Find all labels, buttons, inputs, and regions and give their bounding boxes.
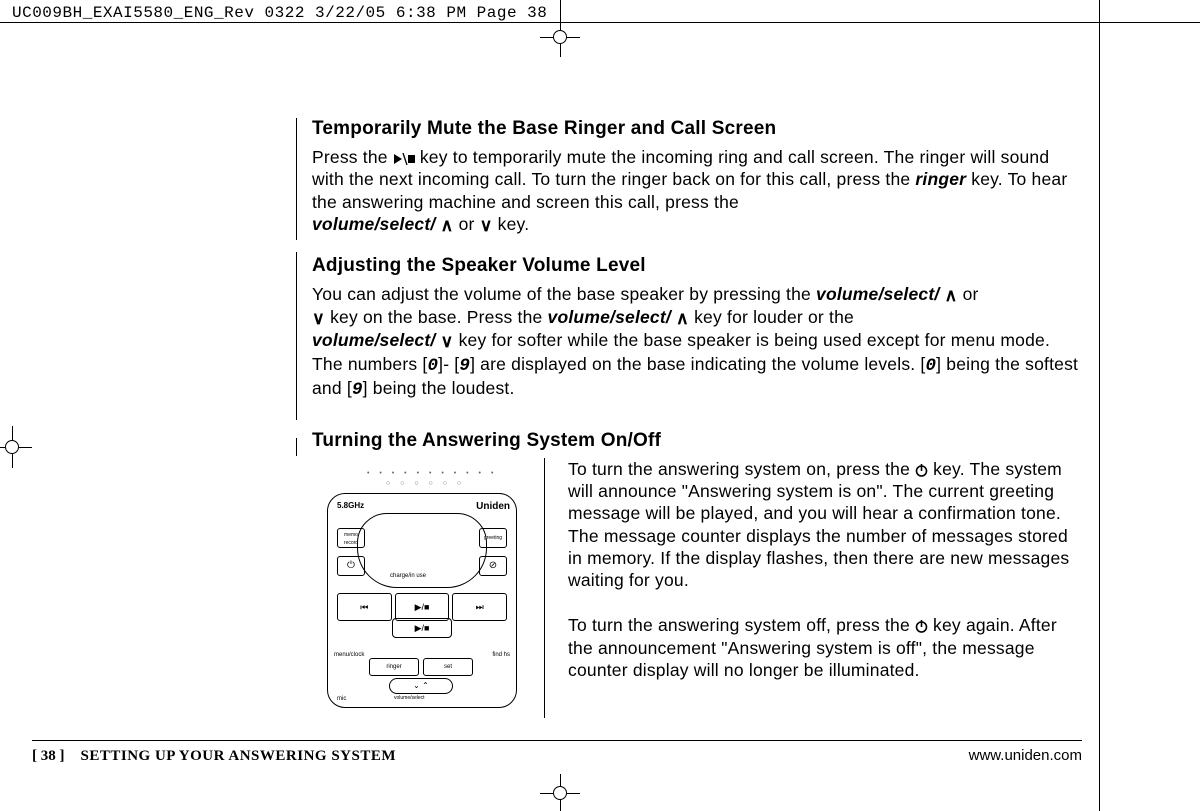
down-arrow-icon: ∨ <box>440 330 453 352</box>
device-find-label: find hs <box>492 652 510 658</box>
section-rule <box>544 458 545 718</box>
text: key for louder or the <box>694 307 854 327</box>
device-freq-label: 5.8GHz <box>337 501 364 510</box>
section3-title: Turning the Answering System On/Off <box>312 430 1080 452</box>
text: ] being the loudest. <box>363 378 515 398</box>
print-top-rule <box>0 22 1200 23</box>
device-ringer-button: ringer <box>369 658 419 676</box>
text: Press the <box>312 147 393 167</box>
text: To turn the answering system on, press t… <box>568 459 915 479</box>
device-volume-label: volume/select <box>394 695 425 701</box>
device-menu-label: menu/clock <box>334 652 364 658</box>
device-illustration: • • • • • • • • • • • ○ ○ ○ ○ ○ ○ 5.8GHz… <box>312 458 550 716</box>
digit-0: 0 <box>925 356 936 376</box>
digit-9: 9 <box>352 380 363 400</box>
up-arrow-icon: ∧ <box>676 307 689 329</box>
up-arrow-icon: ∧ <box>945 284 958 306</box>
volume-select-label: volume/select/ <box>548 307 671 327</box>
device-memo-button: memo record <box>337 528 365 548</box>
device-set-button: set <box>423 658 473 676</box>
digit-9: 9 <box>459 356 470 376</box>
device-power-button: ⏻ <box>337 556 365 576</box>
up-arrow-icon: ∧ <box>440 214 453 236</box>
device-brand-label: Uniden <box>476 501 510 512</box>
crop-mark <box>560 0 561 57</box>
text: To turn the answering system off, press … <box>568 615 915 635</box>
down-arrow-icon: ∨ <box>312 307 325 329</box>
volume-select-label: volume/select/ <box>312 214 435 234</box>
device-volume-button: ⌄ ⌃ <box>389 678 453 694</box>
down-arrow-icon: ∨ <box>480 214 493 236</box>
power-icon <box>915 459 928 479</box>
text: You can adjust the volume of the base sp… <box>312 284 816 304</box>
device-forward-button: ⏭ <box>452 593 507 621</box>
digit-0: 0 <box>427 356 438 376</box>
volume-select-label: volume/select/ <box>312 330 435 350</box>
device-charge-label: charge/in use <box>390 573 426 579</box>
section3-row: • • • • • • • • • • • ○ ○ ○ ○ ○ ○ 5.8GHz… <box>312 458 1080 716</box>
text: ] are displayed on the base indicating t… <box>470 354 925 374</box>
text: ]- [ <box>438 354 459 374</box>
page-footer: [ 38 ] SETTING UP YOUR ANSWERING SYSTEM … <box>32 740 1082 765</box>
play-stop-icon <box>393 147 415 167</box>
device-rewind-button: ⏮ <box>337 593 392 621</box>
section2-body: You can adjust the volume of the base sp… <box>312 283 1080 402</box>
text: or <box>459 214 480 234</box>
text: or <box>963 284 979 304</box>
register-mark <box>5 440 19 454</box>
device-greeting-button: greeting <box>479 528 507 548</box>
footer-url: www.uniden.com <box>969 747 1082 764</box>
register-mark <box>553 786 567 800</box>
print-right-rule <box>1099 0 1100 811</box>
register-mark <box>553 30 567 44</box>
ringer-key-label: ringer <box>915 169 966 189</box>
device-mic-label: mic <box>337 696 346 702</box>
section3-body: To turn the answering system on, press t… <box>550 458 1080 716</box>
section1-body: Press the key to temporarily mute the in… <box>312 146 1080 237</box>
section1-title: Temporarily Mute the Base Ringer and Cal… <box>312 118 1080 140</box>
power-icon <box>915 615 928 635</box>
device-play-stop-button: ▶/■ <box>392 618 452 638</box>
footer-title: SETTING UP YOUR ANSWERING SYSTEM <box>81 748 397 765</box>
section2-title: Adjusting the Speaker Volume Level <box>312 255 1080 277</box>
text: key. <box>498 214 530 234</box>
device-cancel-button: ⊘ <box>479 556 507 576</box>
text: key on the base. Press the <box>330 307 547 327</box>
volume-select-label: volume/select/ <box>816 284 939 304</box>
page-content: Temporarily Mute the Base Ringer and Cal… <box>294 118 1080 716</box>
page-number: [ 38 ] <box>32 748 65 765</box>
device-play-button: ▶/■ <box>395 593 450 621</box>
print-header-line: UC009BH_EXAI5580_ENG_Rev 0322 3/22/05 6:… <box>12 4 547 22</box>
